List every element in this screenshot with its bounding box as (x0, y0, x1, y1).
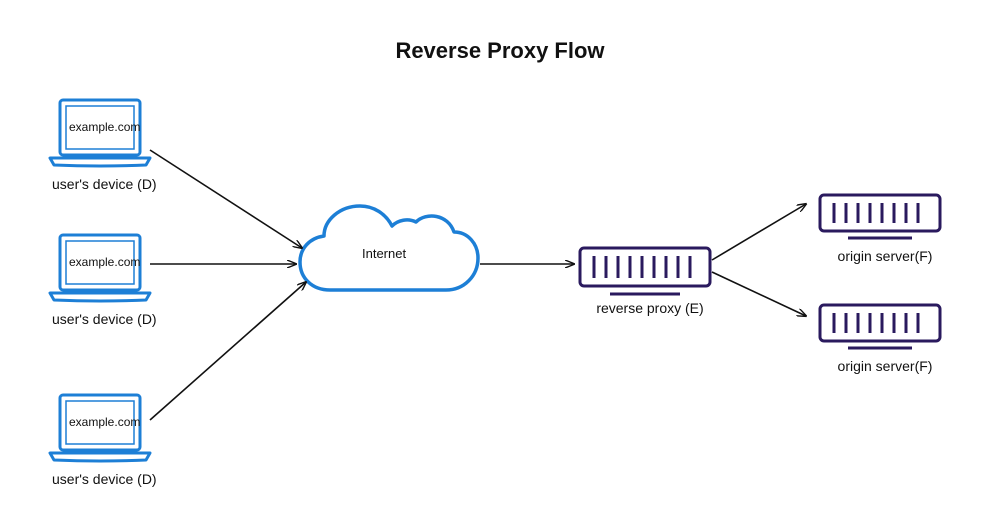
device-label: user's device (D) (52, 176, 162, 192)
device-label: user's device (D) (52, 471, 162, 487)
server-icon (820, 305, 940, 348)
origin-server-label: origin server(F) (830, 248, 940, 264)
arrow-icon (712, 272, 806, 316)
arrow-icon (150, 150, 302, 248)
arrow-icon (712, 204, 806, 260)
device-screen-text: example.com (69, 415, 140, 429)
device-label: user's device (D) (52, 311, 162, 327)
device-screen-text: example.com (69, 120, 140, 134)
origin-server-label: origin server(F) (830, 358, 940, 374)
reverse-proxy-label: reverse proxy (E) (590, 300, 710, 316)
internet-label: Internet (362, 246, 406, 261)
device-screen-text: example.com (69, 255, 140, 269)
server-icon (580, 248, 710, 294)
server-icon (820, 195, 940, 238)
arrow-icon (150, 282, 306, 420)
